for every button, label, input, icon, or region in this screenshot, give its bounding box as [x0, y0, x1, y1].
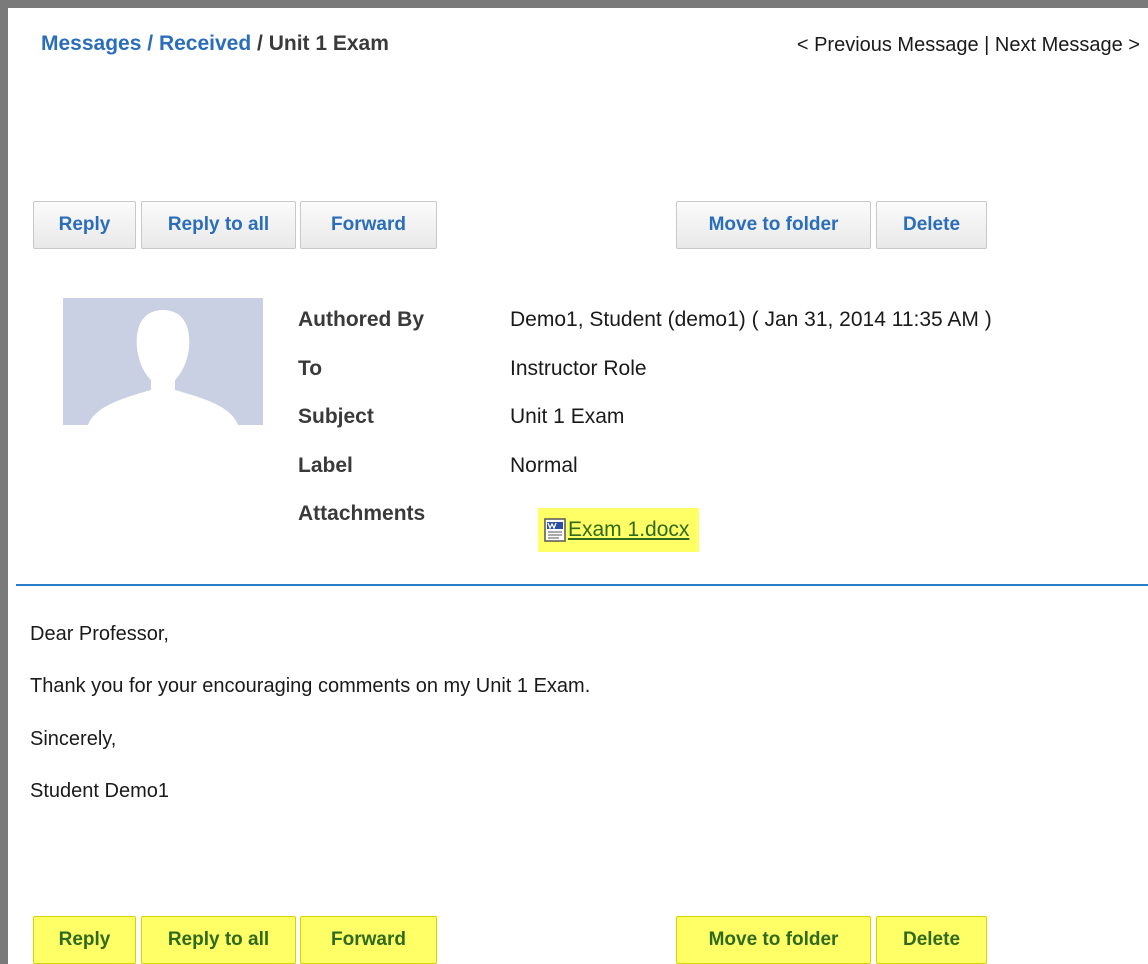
person-silhouette-icon [88, 310, 238, 425]
reply-button-top[interactable]: Reply [33, 201, 136, 249]
forward-button-top[interactable]: Forward [300, 201, 437, 249]
breadcrumb: Messages / Received / Unit 1 Exam [41, 32, 389, 56]
breadcrumb-separator: / [257, 32, 263, 55]
word-document-icon [544, 518, 566, 542]
message-view: Messages / Received / Unit 1 Exam < Prev… [0, 0, 1148, 964]
message-body-line: Student Demo1 [30, 780, 169, 802]
message-body-line: Thank you for your encouraging comments … [30, 675, 591, 697]
reply-all-button-top[interactable]: Reply to all [141, 201, 296, 249]
subject-value: Unit 1 Exam [510, 405, 625, 428]
authored-by-label: Authored By [298, 308, 424, 331]
previous-message-link[interactable]: < Previous Message [797, 34, 979, 56]
label-value: Normal [510, 454, 578, 477]
move-to-folder-button-bottom[interactable]: Move to folder [676, 916, 871, 964]
avatar [63, 298, 263, 425]
label-label: Label [298, 454, 353, 477]
reply-button-bottom[interactable]: Reply [33, 916, 136, 964]
attachment-link[interactable]: Exam 1.docx [568, 518, 689, 542]
message-body-line: Dear Professor, [30, 623, 169, 645]
message-divider [16, 584, 1148, 586]
message-body-line: Sincerely, [30, 728, 117, 750]
delete-button-bottom[interactable]: Delete [876, 916, 987, 964]
next-message-link[interactable]: Next Message > [995, 34, 1140, 56]
reply-all-button-bottom[interactable]: Reply to all [141, 916, 296, 964]
pager-separator: | [984, 34, 990, 56]
message-pager: < Previous Message | Next Message > [797, 34, 1140, 57]
move-to-folder-button-top[interactable]: Move to folder [676, 201, 871, 249]
to-value: Instructor Role [510, 357, 647, 380]
subject-label: Subject [298, 405, 374, 428]
breadcrumb-current: Unit 1 Exam [268, 32, 389, 55]
attachments-label: Attachments [298, 502, 426, 525]
forward-button-bottom[interactable]: Forward [300, 916, 437, 964]
to-label: To [298, 357, 323, 380]
breadcrumb-separator: / [147, 32, 154, 55]
breadcrumb-messages-link[interactable]: Messages [41, 32, 141, 55]
authored-by-value: Demo1, Student (demo1) ( Jan 31, 2014 11… [510, 308, 992, 331]
breadcrumb-received-link[interactable]: Received [159, 32, 251, 55]
attachment-item[interactable]: Exam 1.docx [538, 508, 700, 552]
delete-button-top[interactable]: Delete [876, 201, 987, 249]
